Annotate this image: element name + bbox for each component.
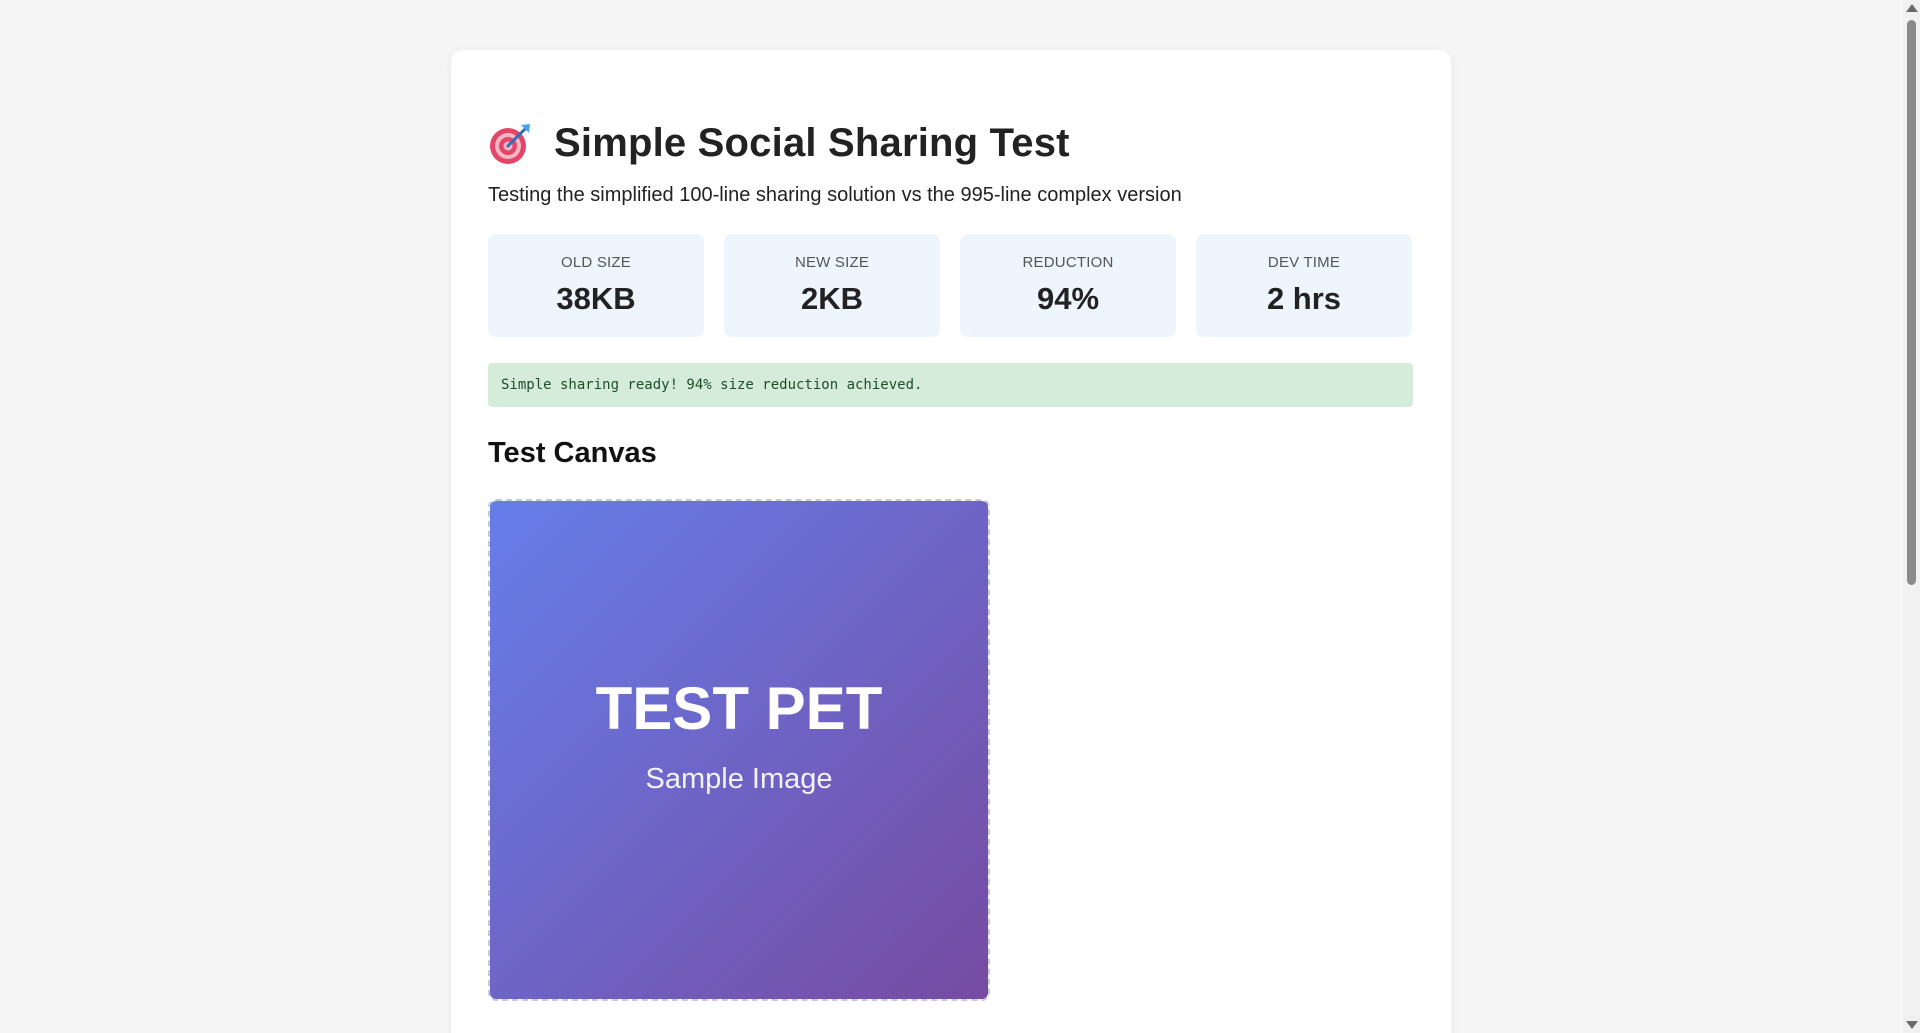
status-message: Simple sharing ready! 94% size reduction… [488,363,1413,407]
header: Simple Social Sharing Test [488,118,1413,168]
stats-row: OLD SIZE 38KB NEW SIZE 2KB REDUCTION 94%… [488,234,1413,337]
scrollbar-thumb[interactable] [1907,20,1916,585]
canvas-image-subtitle: Sample Image [645,763,833,795]
stat-card-new-size: NEW SIZE 2KB [724,234,940,337]
stat-card-dev-time: DEV TIME 2 hrs [1196,234,1412,337]
target-dart-icon [488,120,534,166]
stat-label: DEV TIME [1267,254,1341,271]
stat-label: REDUCTION [1022,254,1114,271]
page-title: Simple Social Sharing Test [554,120,1070,165]
scroll-down-arrow-icon[interactable] [1906,1021,1918,1029]
scroll-up-arrow-icon[interactable] [1906,4,1918,12]
test-canvas[interactable]: TEST PET Sample Image [488,499,990,1001]
stat-value: 2 hrs [1266,281,1342,316]
page: Simple Social Sharing Test Testing the s… [0,0,1920,1033]
sample-image: TEST PET Sample Image [490,501,988,999]
vertical-scrollbar[interactable] [1903,0,1920,1033]
canvas-image-title: TEST PET [595,675,883,742]
stat-value: 38KB [556,281,636,316]
stat-card-old-size: OLD SIZE 38KB [488,234,704,337]
stat-card-reduction: REDUCTION 94% [960,234,1176,337]
stat-value: 2KB [800,281,863,316]
stat-value: 94% [1036,281,1100,316]
page-subtitle: Testing the simplified 100-line sharing … [488,184,1182,206]
stat-label: OLD SIZE [561,254,631,271]
main-card: Simple Social Sharing Test Testing the s… [451,50,1451,1033]
section-heading-test-canvas: Test Canvas [488,437,657,469]
stat-label: NEW SIZE [794,254,870,271]
